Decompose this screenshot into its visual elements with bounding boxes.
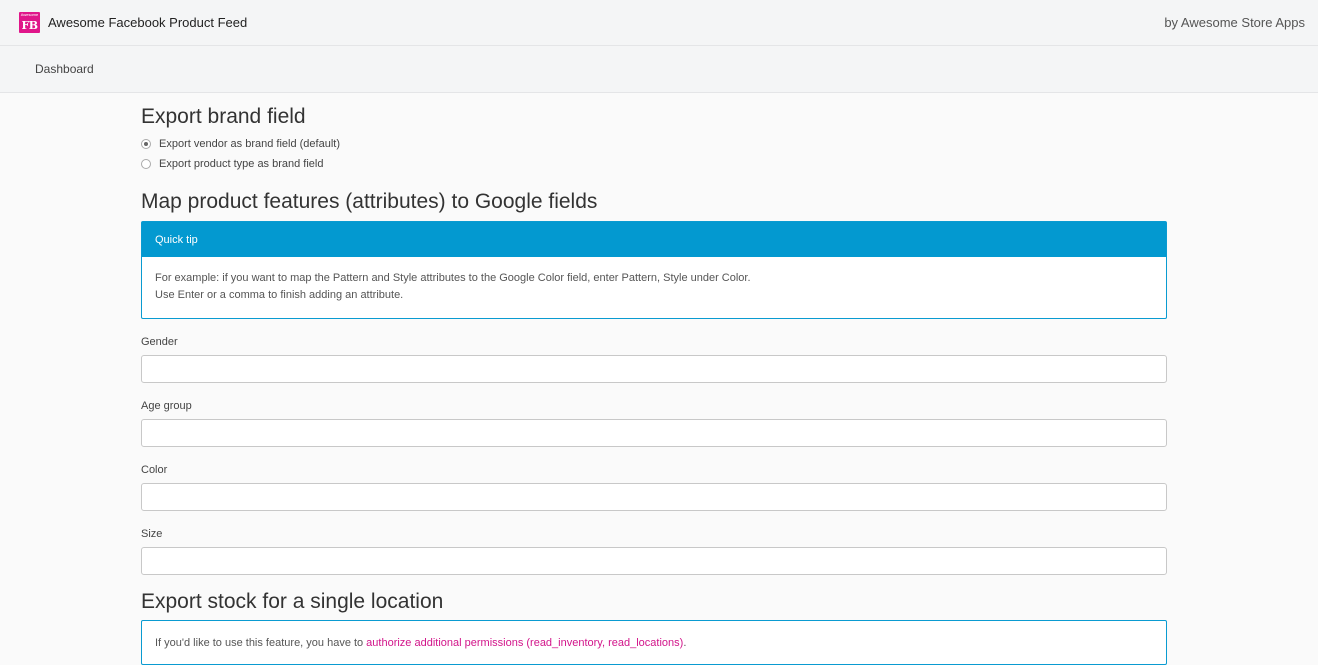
notice-end: . — [683, 636, 687, 649]
brand-section-title: Export brand field — [141, 105, 306, 128]
gender-field: Gender — [141, 336, 1167, 383]
settings-content: Export brand field Export vendor as bran… — [0, 93, 1167, 665]
radio-vendor-button[interactable] — [141, 139, 151, 149]
app-logo-icon: Awesome FB — [19, 12, 40, 33]
brand-radio-group: Export vendor as brand field (default) E… — [141, 134, 1167, 174]
color-field: Color — [141, 464, 1167, 511]
developer-byline: by Awesome Store Apps — [1164, 15, 1305, 30]
size-label: Size — [141, 528, 163, 540]
age-group-label: Age group — [141, 400, 192, 412]
permissions-notice: If you'd like to use this feature, you h… — [141, 620, 1167, 665]
radio-vendor-option[interactable]: Export vendor as brand field (default) — [141, 134, 1167, 154]
radio-product-type-label[interactable]: Export product type as brand field — [159, 158, 323, 170]
age-group-input[interactable] — [141, 419, 1167, 447]
color-input[interactable] — [141, 483, 1167, 511]
quick-tip-body: For example: if you want to map the Patt… — [142, 257, 1166, 318]
quick-tip-panel: Quick tip For example: if you want to ma… — [141, 221, 1167, 319]
size-field: Size — [141, 528, 1167, 575]
gender-label: Gender — [141, 336, 178, 348]
gender-input[interactable] — [141, 355, 1167, 383]
quick-tip-title: Quick tip — [142, 222, 1166, 257]
radio-product-type-button[interactable] — [141, 159, 151, 169]
quick-tip-line-2: Use Enter or a comma to finish adding an… — [155, 289, 404, 301]
app-title: Awesome Facebook Product Feed — [48, 15, 248, 30]
radio-product-type-option[interactable]: Export product type as brand field — [141, 154, 1167, 174]
logo-small-text: Awesome — [20, 12, 39, 17]
age-group-field: Age group — [141, 400, 1167, 447]
radio-vendor-label[interactable]: Export vendor as brand field (default) — [159, 138, 340, 150]
nav-dashboard-link[interactable]: Dashboard — [35, 62, 94, 76]
authorize-permissions-link[interactable]: authorize additional permissions (read_i… — [366, 637, 683, 649]
notice-text: If you'd like to use this feature, you h… — [155, 636, 364, 649]
stock-section-title: Export stock for a single location — [141, 590, 444, 613]
logo-big-text: FB — [21, 19, 38, 32]
quick-tip-line-1: For example: if you want to map the Patt… — [155, 272, 751, 284]
navigation-bar: Dashboard — [0, 46, 1318, 93]
size-input[interactable] — [141, 547, 1167, 575]
app-brand: Awesome FB Awesome Facebook Product Feed — [19, 12, 247, 33]
color-label: Color — [141, 464, 168, 476]
app-header: Awesome FB Awesome Facebook Product Feed… — [0, 0, 1318, 46]
map-section-title: Map product features (attributes) to Goo… — [141, 190, 598, 213]
